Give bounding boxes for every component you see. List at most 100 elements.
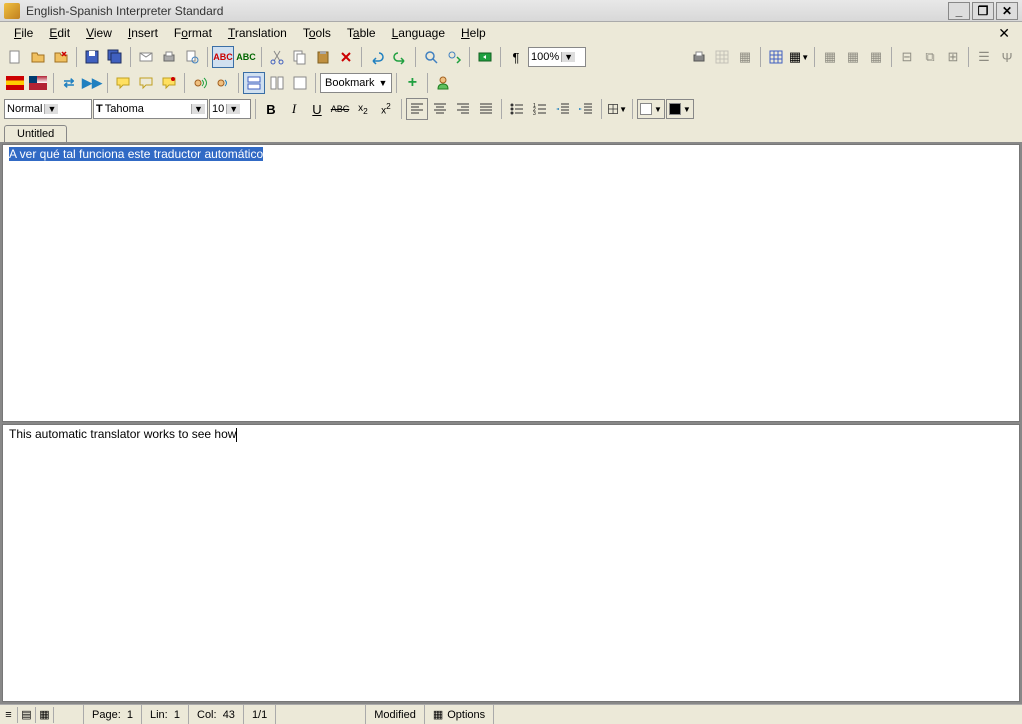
find-next-icon[interactable] xyxy=(443,46,465,68)
highlight-color-button[interactable]: ▼ xyxy=(666,99,694,119)
close-button[interactable]: ✕ xyxy=(996,2,1018,20)
font-value: Tahoma xyxy=(105,103,144,115)
source-text: A ver qué tal funciona este traductor au… xyxy=(9,147,263,161)
status-view2-icon[interactable]: ▤ xyxy=(18,707,36,723)
swap-direction-icon[interactable]: ⇄ xyxy=(58,72,80,94)
open-icon[interactable] xyxy=(27,46,49,68)
align-center-button[interactable] xyxy=(429,98,451,120)
table-tool-icon xyxy=(711,46,733,68)
menu-language[interactable]: Language xyxy=(384,24,453,42)
redo-icon[interactable] xyxy=(389,46,411,68)
close-doc-icon[interactable] xyxy=(50,46,72,68)
speak-icon[interactable] xyxy=(189,72,211,94)
cut-icon[interactable] xyxy=(266,46,288,68)
single-pane-icon[interactable] xyxy=(289,72,311,94)
toolbar-standard: ABC ABC ¶ 100%▼ ▦ ▦ ▼ ▦ ▦ ▦ ⊟ ⧉ ⊞ ☰ Ψ xyxy=(0,44,1022,70)
undo-icon[interactable] xyxy=(366,46,388,68)
doc-close-button[interactable]: ✕ xyxy=(992,25,1016,42)
target-editor[interactable]: This automatic translator works to see h… xyxy=(2,424,1020,702)
status-col: Col: 43 xyxy=(189,705,244,724)
target-text: This automatic translator works to see h… xyxy=(9,427,236,441)
status-view3-icon[interactable]: ▦ xyxy=(36,707,54,723)
source-editor[interactable]: A ver qué tal funciona este traductor au… xyxy=(2,144,1020,422)
zoom-combo[interactable]: 100%▼ xyxy=(528,47,586,67)
minimize-button[interactable]: _ xyxy=(948,2,970,20)
speech-bubble-icon[interactable] xyxy=(112,72,134,94)
translate-icon[interactable] xyxy=(474,46,496,68)
table-op3-icon: ▦ xyxy=(865,46,887,68)
paste-icon[interactable] xyxy=(312,46,334,68)
split-vertical-icon[interactable] xyxy=(266,72,288,94)
menu-tools[interactable]: Tools xyxy=(295,24,339,42)
borders-button[interactable]: ▼ xyxy=(606,98,628,120)
bullets-button[interactable] xyxy=(506,98,528,120)
split-horizontal-icon[interactable] xyxy=(243,72,265,94)
find-icon[interactable] xyxy=(420,46,442,68)
style-combo[interactable]: Normal▼ xyxy=(4,99,92,119)
speech-bubble3-icon[interactable] xyxy=(158,72,180,94)
italic-button[interactable]: I xyxy=(283,98,305,120)
mail-icon[interactable] xyxy=(135,46,157,68)
menu-format[interactable]: Format xyxy=(166,24,220,42)
superscript-button[interactable]: x2 xyxy=(375,98,397,120)
toolbar-formatting: Normal▼ TTahoma▼ 10▼ B I U ABC x2 x2 123… xyxy=(0,96,1022,122)
print-tool-icon[interactable] xyxy=(688,46,710,68)
decrease-indent-button[interactable] xyxy=(552,98,574,120)
align-right-button[interactable] xyxy=(452,98,474,120)
insert-table-icon[interactable] xyxy=(765,46,787,68)
maximize-button[interactable]: ❐ xyxy=(972,2,994,20)
menu-insert[interactable]: Insert xyxy=(120,24,166,42)
toolbar-translation: ⇄ ▶▶ Bookmark▼ + xyxy=(0,70,1022,96)
print-icon[interactable] xyxy=(158,46,180,68)
menu-table[interactable]: Table xyxy=(339,24,384,42)
window-title: English-Spanish Interpreter Standard xyxy=(26,4,948,18)
split-cells-icon: ⊞ xyxy=(942,46,964,68)
bold-button[interactable]: B xyxy=(260,98,282,120)
subscript-button[interactable]: x2 xyxy=(352,98,374,120)
speech-bubble2-icon[interactable] xyxy=(135,72,157,94)
play-icon[interactable]: ▶▶ xyxy=(81,72,103,94)
statusbar: ≡ ▤ ▦ Page: 1 Lin: 1 Col: 43 1/1 Modifie… xyxy=(0,704,1022,724)
menu-help[interactable]: Help xyxy=(453,24,494,42)
underline-button[interactable]: U xyxy=(306,98,328,120)
insert-grid-icon[interactable]: ▦ ▼ xyxy=(788,46,810,68)
font-size-combo[interactable]: 10▼ xyxy=(209,99,251,119)
font-color-button[interactable]: ▼ xyxy=(637,99,665,119)
style-value: Normal xyxy=(7,103,42,115)
add-icon[interactable]: + xyxy=(401,72,423,94)
editor-container: A ver qué tal funciona este traductor au… xyxy=(0,142,1022,704)
numbering-button[interactable]: 123 xyxy=(529,98,551,120)
align-justify-button[interactable] xyxy=(475,98,497,120)
bookmark-combo[interactable]: Bookmark▼ xyxy=(320,73,392,93)
status-line: Lin: 1 xyxy=(142,705,189,724)
strikethrough-button[interactable]: ABC xyxy=(329,98,351,120)
font-size-value: 10 xyxy=(212,103,224,115)
delete-icon[interactable] xyxy=(335,46,357,68)
flag-spain-icon[interactable] xyxy=(4,72,26,94)
paragraph-marks-icon[interactable]: ¶ xyxy=(505,46,527,68)
menu-translation[interactable]: Translation xyxy=(220,24,295,42)
new-icon[interactable] xyxy=(4,46,26,68)
spellcheck-target-icon[interactable]: ABC xyxy=(235,46,257,68)
status-view1-icon[interactable]: ≡ xyxy=(0,707,18,723)
font-combo[interactable]: TTahoma▼ xyxy=(93,99,208,119)
flag-us-icon[interactable] xyxy=(27,72,49,94)
table-op4-icon: ⊟ xyxy=(896,46,918,68)
menu-file[interactable]: File xyxy=(6,24,41,42)
menu-edit[interactable]: Edit xyxy=(41,24,78,42)
user-icon[interactable] xyxy=(432,72,454,94)
save-all-icon[interactable] xyxy=(104,46,126,68)
copy-icon[interactable] xyxy=(289,46,311,68)
table-tool2-icon: ▦ xyxy=(734,46,756,68)
save-icon[interactable] xyxy=(81,46,103,68)
align-left-button[interactable] xyxy=(406,98,428,120)
spellcheck-icon[interactable]: ABC xyxy=(212,46,234,68)
zoom-value: 100% xyxy=(531,51,559,63)
print-preview-icon[interactable] xyxy=(181,46,203,68)
tab-untitled[interactable]: Untitled xyxy=(4,125,67,142)
speak2-icon[interactable] xyxy=(212,72,234,94)
increase-indent-button[interactable] xyxy=(575,98,597,120)
align-cell-icon: ☰ xyxy=(973,46,995,68)
menu-view[interactable]: View xyxy=(78,24,120,42)
status-options[interactable]: ▦Options xyxy=(425,705,494,724)
